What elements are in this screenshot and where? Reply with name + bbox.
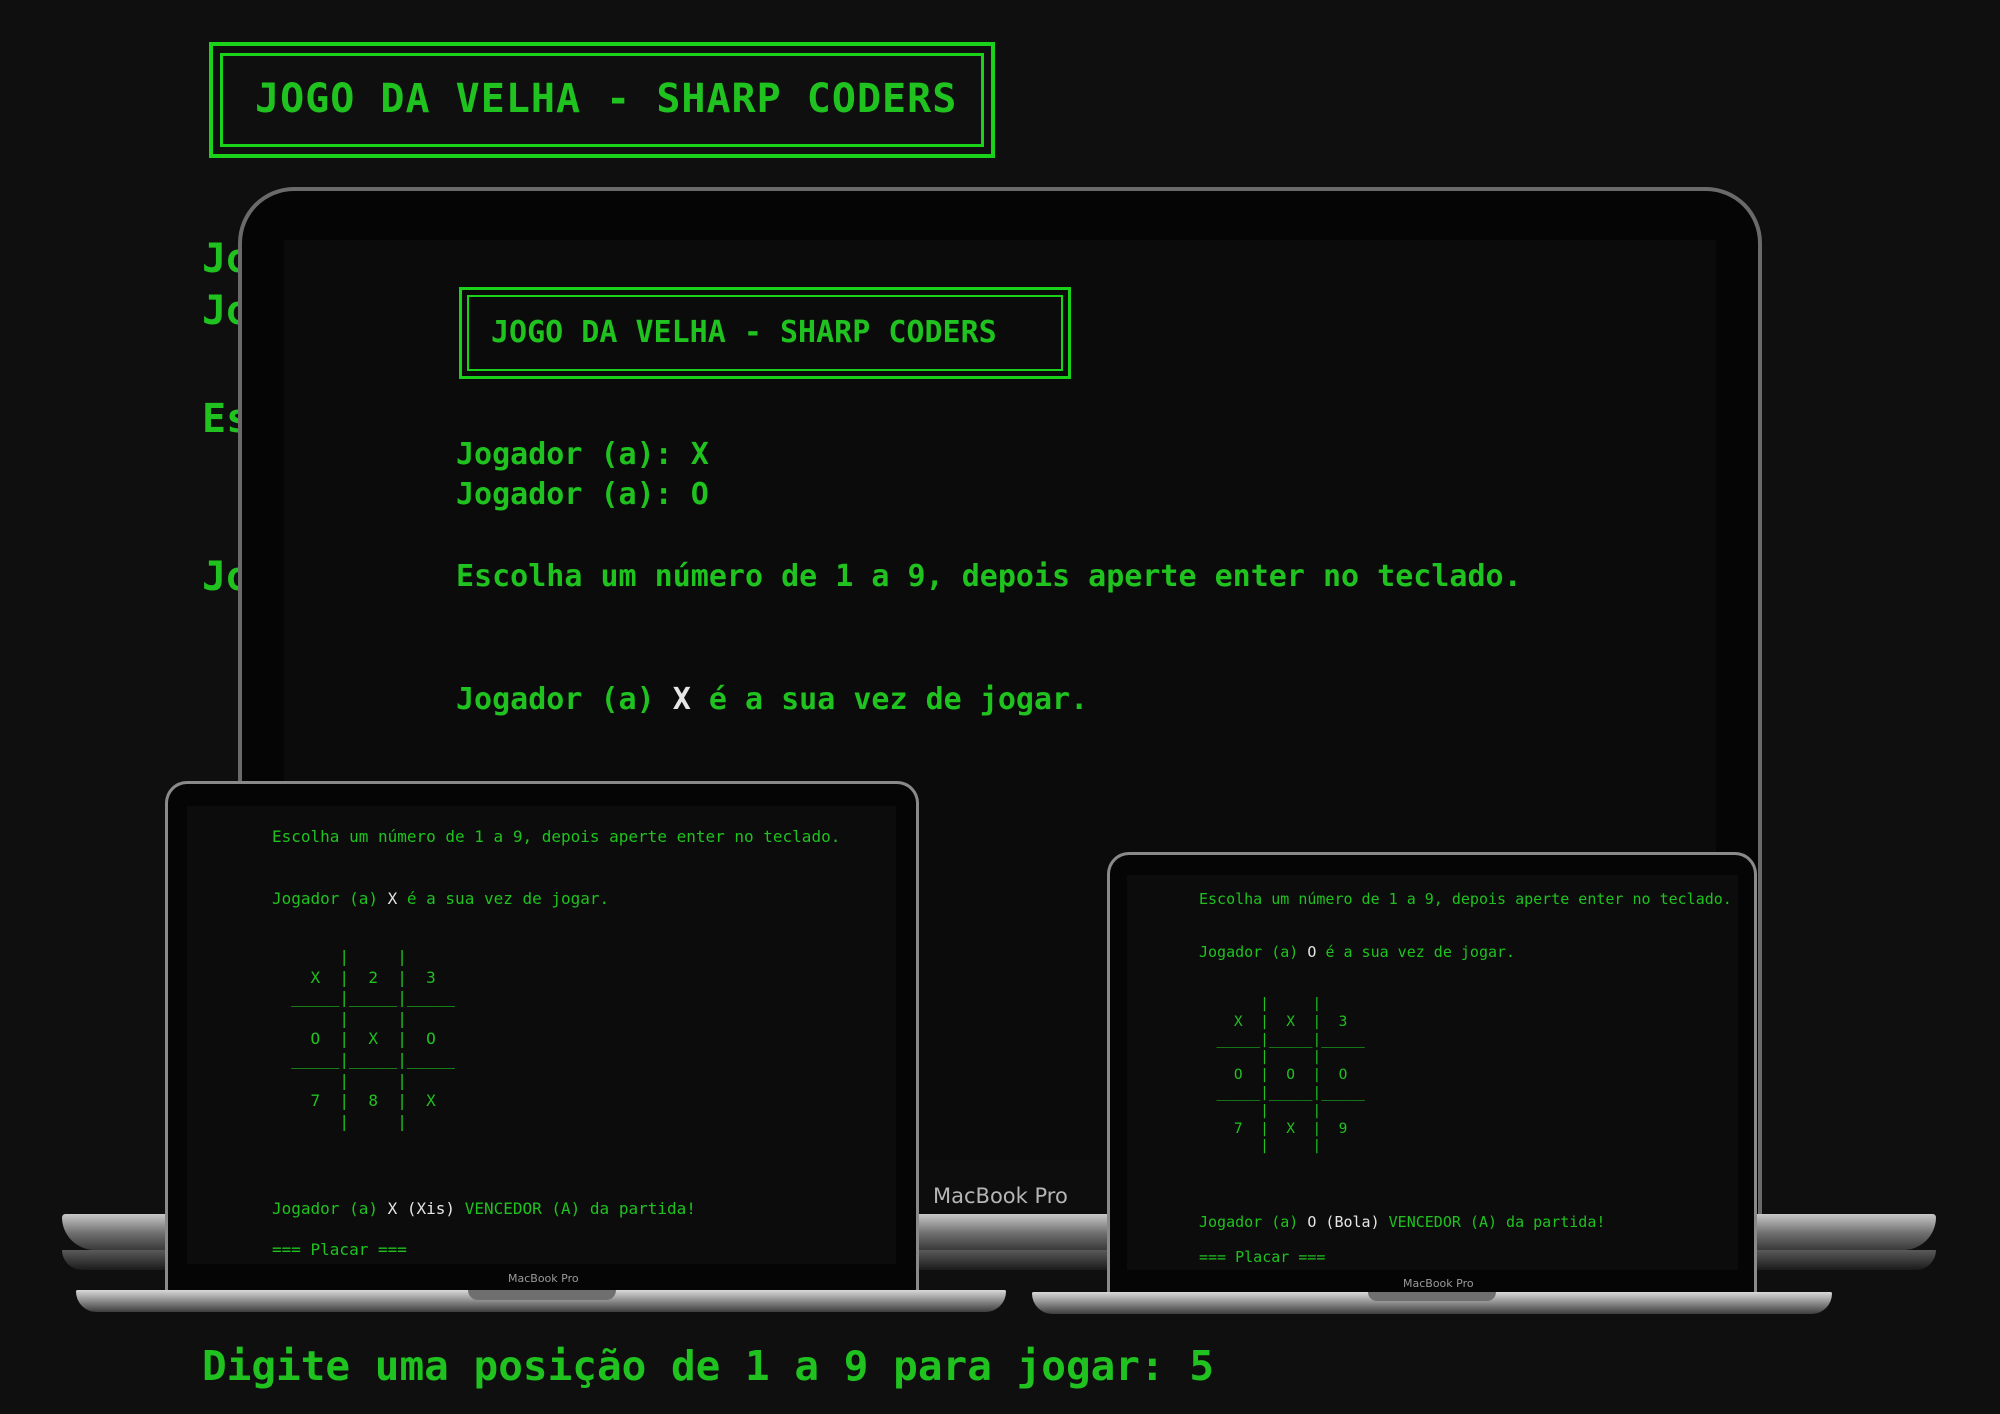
turn-suffix: é a sua vez de jogar.: [708, 682, 1089, 717]
position-prompt[interactable]: Digite uma posição de 1 a 9 para jogar: …: [202, 1342, 1214, 1390]
player-two-label: Jogador (a): O: [456, 477, 709, 512]
instruction-text: Escolha um número de 1 a 9, depois apert…: [456, 559, 1522, 594]
right-instruction: Escolha um número de 1 a 9, depois apert…: [1199, 890, 1732, 908]
large-laptop-brand: MacBook Pro: [933, 1184, 1068, 1208]
right-turn-message: Jogador (a) O é a sua vez de jogar.: [1199, 943, 1515, 961]
screen-title-box: JOGO DA VELHA - SHARP CODERS: [459, 287, 1071, 379]
right-laptop-screen: Escolha um número de 1 a 9, depois apert…: [1127, 875, 1738, 1270]
right-winner-player: O (Bola): [1307, 1213, 1380, 1231]
right-turn-player: O: [1307, 943, 1317, 961]
left-instruction: Escolha um número de 1 a 9, depois apert…: [272, 827, 841, 846]
right-winner-prefix: Jogador (a): [1199, 1213, 1299, 1231]
left-turn-player: X: [387, 889, 398, 908]
left-laptop-screen: Escolha um número de 1 a 9, depois apert…: [187, 806, 896, 1264]
turn-message: Jogador (a) X é a sua vez de jogar.: [456, 682, 1088, 717]
right-score-header: === Placar ===: [1199, 1248, 1326, 1266]
left-turn-suffix: é a sua vez de jogar.: [406, 889, 610, 908]
app-title: JOGO DA VELHA - SHARP CODERS: [255, 76, 958, 122]
left-turn-prefix: Jogador (a): [272, 889, 378, 908]
left-turn-message: Jogador (a) X é a sua vez de jogar.: [272, 889, 609, 908]
player-one-label: Jogador (a): X: [456, 437, 709, 472]
right-winner-suffix: VENCEDOR (A) da partida!: [1388, 1213, 1606, 1231]
left-score-header: === Placar ===: [272, 1240, 407, 1259]
right-winner-message: Jogador (a) O (Bola) VENCEDOR (A) da par…: [1199, 1213, 1605, 1231]
left-laptop-notch: [468, 1290, 616, 1300]
left-winner-suffix: VENCEDOR (A) da partida!: [464, 1199, 696, 1218]
screen-title: JOGO DA VELHA - SHARP CODERS: [491, 315, 997, 350]
right-laptop-notch: [1368, 1292, 1496, 1301]
right-laptop-brand: MacBook Pro: [1403, 1277, 1474, 1290]
right-turn-prefix: Jogador (a): [1199, 943, 1299, 961]
right-game-board: | | X | X | 3 _____|_____|_____ | | O | …: [1216, 996, 1365, 1155]
turn-prefix: Jogador (a): [456, 682, 655, 717]
left-winner-prefix: Jogador (a): [272, 1199, 378, 1218]
right-turn-suffix: é a sua vez de jogar.: [1325, 943, 1516, 961]
left-game-board: | | X | 2 | 3 _____|_____|_____ | | O | …: [291, 947, 456, 1131]
left-laptop-brand: MacBook Pro: [508, 1272, 579, 1285]
turn-player: X: [672, 682, 691, 717]
left-winner-message: Jogador (a) X (Xis) VENCEDOR (A) da part…: [272, 1199, 696, 1218]
title-box: JOGO DA VELHA - SHARP CODERS: [209, 42, 995, 158]
left-winner-player: X (Xis): [387, 1199, 456, 1218]
